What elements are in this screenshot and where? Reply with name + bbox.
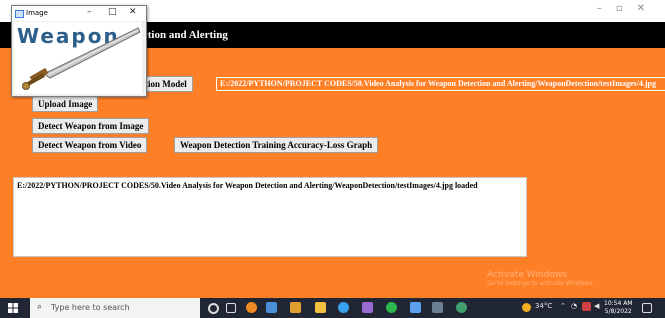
file-explorer-icon[interactable] (315, 302, 326, 313)
network-icon[interactable]: ◔ (571, 302, 577, 310)
image-popup-window[interactable]: Image – □ ✕ Weapon (11, 5, 147, 97)
activate-windows-watermark: Activate Windows Go to Settings to activ… (487, 270, 594, 287)
upload-image-button[interactable]: Upload Image (32, 96, 99, 112)
taskbar: ⌕ Type here to search 34°C ⌃ ◔ ◀ 10:54 A… (0, 298, 665, 318)
selected-path-label: E:/2022/PYTHON/PROJECT CODES/50.Video An… (216, 77, 665, 91)
firefox-icon[interactable] (246, 302, 257, 313)
window-icon (15, 10, 24, 18)
terminal-icon[interactable] (432, 302, 443, 313)
popup-maximize-icon[interactable]: □ (108, 7, 117, 17)
taskbar-clock[interactable]: 10:54 AM 5/8/2022 (604, 300, 632, 316)
cortana-icon[interactable] (208, 303, 219, 314)
taskbar-search-box[interactable]: ⌕ Type here to search (30, 298, 200, 318)
popup-title: Image (26, 9, 48, 17)
search-app-icon[interactable] (290, 302, 301, 313)
app-icon[interactable] (362, 302, 373, 313)
close-icon[interactable]: ✕ (637, 3, 659, 14)
weather-icon[interactable] (522, 303, 531, 312)
sword-illustration (22, 27, 141, 90)
clock-time: 10:54 AM (604, 300, 633, 307)
output-textarea[interactable]: E:/2022/PYTHON/PROJECT CODES/50.Video An… (13, 177, 527, 257)
popup-close-icon[interactable]: ✕ (129, 7, 137, 17)
edge-icon[interactable] (266, 302, 277, 313)
minimize-icon[interactable]: – (597, 3, 616, 14)
popup-title-bar[interactable]: Image – □ ✕ (12, 6, 146, 21)
detect-image-button[interactable]: Detect Weapon from Image (32, 118, 150, 134)
app-icon[interactable] (386, 302, 397, 313)
search-placeholder: Type here to search (51, 303, 130, 312)
search-icon: ⌕ (37, 302, 43, 312)
watermark-title: Activate Windows (487, 270, 567, 280)
antivirus-icon[interactable] (582, 302, 591, 311)
weapon-image: Weapon (14, 22, 142, 94)
notification-icon[interactable] (642, 303, 652, 313)
output-text: E:/2022/PYTHON/PROJECT CODES/50.Video An… (17, 181, 478, 190)
tray-chevron-icon[interactable]: ⌃ (560, 302, 566, 310)
windows-start-icon[interactable] (8, 303, 18, 313)
volume-icon[interactable]: ◀ (594, 302, 599, 310)
detect-video-button[interactable]: Detect Weapon from Video (32, 137, 148, 153)
watermark-subtitle: Go to Settings to activate Windows. (487, 280, 595, 287)
chrome-icon[interactable] (338, 302, 349, 313)
popup-minimize-icon[interactable]: – (87, 7, 92, 17)
notepad-icon[interactable] (410, 302, 421, 313)
restore-icon[interactable]: ▫ (616, 3, 637, 14)
task-view-icon[interactable] (226, 303, 236, 313)
window-controls[interactable]: –▫✕ (597, 3, 659, 14)
python-icon[interactable] (456, 302, 467, 313)
clock-date: 5/8/2022 (604, 308, 632, 315)
temperature-label: 34°C (535, 302, 553, 310)
accuracy-loss-graph-button[interactable]: Weapon Detection Training Accuracy-Loss … (174, 137, 379, 153)
app-title: ection and Alerting (138, 29, 228, 41)
